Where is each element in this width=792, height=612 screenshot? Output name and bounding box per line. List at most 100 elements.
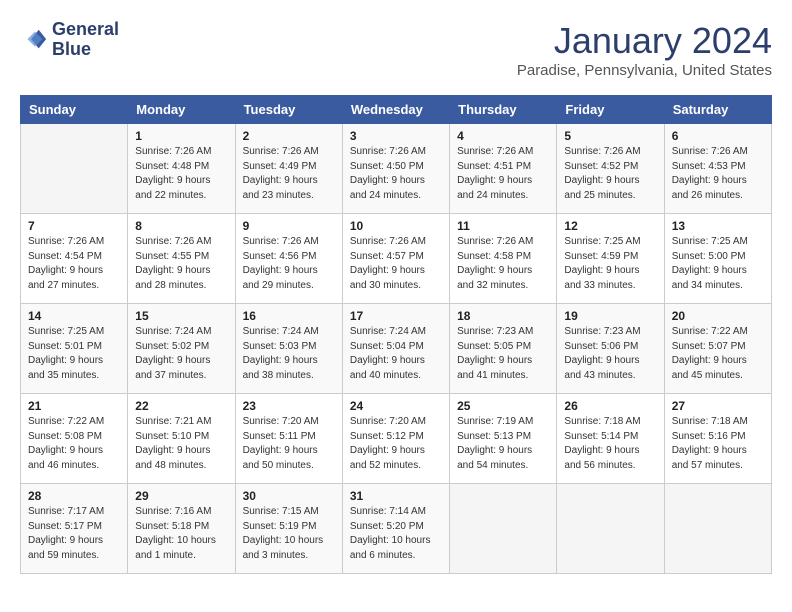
calendar-cell: 8 Sunrise: 7:26 AMSunset: 4:55 PMDaylight… xyxy=(128,214,235,304)
cell-info: Sunrise: 7:25 AMSunset: 5:00 PMDaylight:… xyxy=(672,235,764,293)
day-number: 29 xyxy=(135,489,227,503)
calendar-cell: 16 Sunrise: 7:24 AMSunset: 5:03 PMDayligh… xyxy=(235,304,342,394)
day-number: 13 xyxy=(672,219,764,233)
calendar-cell: 2 Sunrise: 7:26 AMSunset: 4:49 PMDaylight… xyxy=(235,124,342,214)
calendar-cell: 1Sunrise: 7:26 AMSunset: 4:48 PMDaylight… xyxy=(128,124,235,214)
weekday-header-tuesday: Tuesday xyxy=(235,96,342,124)
cell-info: Sunrise: 7:19 AMSunset: 5:13 PMDaylight:… xyxy=(457,415,549,473)
weekday-header-saturday: Saturday xyxy=(664,96,771,124)
cell-info: Sunrise: 7:15 AMSunset: 5:19 PMDaylight:… xyxy=(243,505,335,563)
day-number: 22 xyxy=(135,399,227,413)
calendar-cell: 6 Sunrise: 7:26 AMSunset: 4:53 PMDaylight… xyxy=(664,124,771,214)
cell-info: Sunrise: 7:24 AMSunset: 5:02 PMDaylight:… xyxy=(135,325,227,383)
calendar-week-5: 28Sunrise: 7:17 AMSunset: 5:17 PMDayligh… xyxy=(21,484,772,574)
day-number: 6 xyxy=(672,129,764,143)
cell-info: Sunrise: 7:20 AMSunset: 5:11 PMDaylight:… xyxy=(243,415,335,473)
weekday-header-wednesday: Wednesday xyxy=(342,96,449,124)
calendar-cell: 27 Sunrise: 7:18 AMSunset: 5:16 PMDayligh… xyxy=(664,394,771,484)
calendar-cell: 12 Sunrise: 7:25 AMSunset: 4:59 PMDayligh… xyxy=(557,214,664,304)
calendar-cell: 30 Sunrise: 7:15 AMSunset: 5:19 PMDayligh… xyxy=(235,484,342,574)
logo-text: General Blue xyxy=(52,20,119,60)
calendar-cell: 26Sunrise: 7:18 AMSunset: 5:14 PMDayligh… xyxy=(557,394,664,484)
cell-info: Sunrise: 7:26 AMSunset: 4:55 PMDaylight:… xyxy=(135,235,227,293)
calendar-cell xyxy=(557,484,664,574)
day-number: 16 xyxy=(243,309,335,323)
cell-info: Sunrise: 7:24 AMSunset: 5:04 PMDaylight:… xyxy=(350,325,442,383)
calendar-week-1: 1Sunrise: 7:26 AMSunset: 4:48 PMDaylight… xyxy=(21,124,772,214)
calendar-cell: 17 Sunrise: 7:24 AMSunset: 5:04 PMDayligh… xyxy=(342,304,449,394)
cell-info: Sunrise: 7:24 AMSunset: 5:03 PMDaylight:… xyxy=(243,325,335,383)
day-number: 11 xyxy=(457,219,549,233)
calendar-week-4: 21 Sunrise: 7:22 AMSunset: 5:08 PMDayligh… xyxy=(21,394,772,484)
calendar-cell: 14Sunrise: 7:25 AMSunset: 5:01 PMDayligh… xyxy=(21,304,128,394)
cell-info: Sunrise: 7:26 AMSunset: 4:51 PMDaylight:… xyxy=(457,145,549,203)
cell-info: Sunrise: 7:26 AMSunset: 4:49 PMDaylight:… xyxy=(243,145,335,203)
cell-info: Sunrise: 7:25 AMSunset: 4:59 PMDaylight:… xyxy=(564,235,656,293)
day-number: 14 xyxy=(28,309,120,323)
day-number: 23 xyxy=(243,399,335,413)
location-text: Paradise, Pennsylvania, United States xyxy=(517,62,772,79)
cell-info: Sunrise: 7:20 AMSunset: 5:12 PMDaylight:… xyxy=(350,415,442,473)
page-header: General Blue January 2024 Paradise, Penn… xyxy=(20,20,772,79)
cell-info: Sunrise: 7:22 AMSunset: 5:08 PMDaylight:… xyxy=(28,415,120,473)
title-block: January 2024 Paradise, Pennsylvania, Uni… xyxy=(517,20,772,79)
calendar-cell: 3 Sunrise: 7:26 AMSunset: 4:50 PMDaylight… xyxy=(342,124,449,214)
cell-info: Sunrise: 7:26 AMSunset: 4:50 PMDaylight:… xyxy=(350,145,442,203)
weekday-header-thursday: Thursday xyxy=(450,96,557,124)
cell-info: Sunrise: 7:26 AMSunset: 4:53 PMDaylight:… xyxy=(672,145,764,203)
cell-info: Sunrise: 7:23 AMSunset: 5:05 PMDaylight:… xyxy=(457,325,549,383)
day-number: 12 xyxy=(564,219,656,233)
day-number: 20 xyxy=(672,309,764,323)
logo: General Blue xyxy=(20,20,119,60)
day-number: 4 xyxy=(457,129,549,143)
day-number: 17 xyxy=(350,309,442,323)
calendar-cell: 22 Sunrise: 7:21 AMSunset: 5:10 PMDayligh… xyxy=(128,394,235,484)
cell-info: Sunrise: 7:26 AMSunset: 4:56 PMDaylight:… xyxy=(243,235,335,293)
weekday-header-sunday: Sunday xyxy=(21,96,128,124)
day-number: 2 xyxy=(243,129,335,143)
calendar-cell xyxy=(664,484,771,574)
cell-info: Sunrise: 7:21 AMSunset: 5:10 PMDaylight:… xyxy=(135,415,227,473)
calendar-cell: 15 Sunrise: 7:24 AMSunset: 5:02 PMDayligh… xyxy=(128,304,235,394)
calendar-cell: 29Sunrise: 7:16 AMSunset: 5:18 PMDayligh… xyxy=(128,484,235,574)
day-number: 15 xyxy=(135,309,227,323)
calendar-cell: 28Sunrise: 7:17 AMSunset: 5:17 PMDayligh… xyxy=(21,484,128,574)
day-number: 21 xyxy=(28,399,120,413)
calendar-cell: 31 Sunrise: 7:14 AMSunset: 5:20 PMDayligh… xyxy=(342,484,449,574)
calendar-cell: 5Sunrise: 7:26 AMSunset: 4:52 PMDaylight… xyxy=(557,124,664,214)
calendar-cell: 4 Sunrise: 7:26 AMSunset: 4:51 PMDaylight… xyxy=(450,124,557,214)
calendar-cell: 25 Sunrise: 7:19 AMSunset: 5:13 PMDayligh… xyxy=(450,394,557,484)
calendar-cell xyxy=(21,124,128,214)
day-number: 24 xyxy=(350,399,442,413)
logo-icon xyxy=(20,26,48,54)
cell-info: Sunrise: 7:26 AMSunset: 4:58 PMDaylight:… xyxy=(457,235,549,293)
day-number: 28 xyxy=(28,489,120,503)
cell-info: Sunrise: 7:26 AMSunset: 4:57 PMDaylight:… xyxy=(350,235,442,293)
calendar-cell: 11 Sunrise: 7:26 AMSunset: 4:58 PMDayligh… xyxy=(450,214,557,304)
day-number: 31 xyxy=(350,489,442,503)
calendar-cell: 24 Sunrise: 7:20 AMSunset: 5:12 PMDayligh… xyxy=(342,394,449,484)
day-number: 27 xyxy=(672,399,764,413)
cell-info: Sunrise: 7:14 AMSunset: 5:20 PMDaylight:… xyxy=(350,505,442,563)
day-number: 8 xyxy=(135,219,227,233)
day-number: 7 xyxy=(28,219,120,233)
calendar-cell: 18 Sunrise: 7:23 AMSunset: 5:05 PMDayligh… xyxy=(450,304,557,394)
calendar-cell: 13 Sunrise: 7:25 AMSunset: 5:00 PMDayligh… xyxy=(664,214,771,304)
cell-info: Sunrise: 7:18 AMSunset: 5:16 PMDaylight:… xyxy=(672,415,764,473)
day-number: 9 xyxy=(243,219,335,233)
cell-info: Sunrise: 7:26 AMSunset: 4:52 PMDaylight:… xyxy=(564,145,656,203)
calendar-cell: 23 Sunrise: 7:20 AMSunset: 5:11 PMDayligh… xyxy=(235,394,342,484)
calendar-cell: 21 Sunrise: 7:22 AMSunset: 5:08 PMDayligh… xyxy=(21,394,128,484)
calendar-cell: 19Sunrise: 7:23 AMSunset: 5:06 PMDayligh… xyxy=(557,304,664,394)
day-number: 25 xyxy=(457,399,549,413)
calendar-cell: 9 Sunrise: 7:26 AMSunset: 4:56 PMDaylight… xyxy=(235,214,342,304)
day-number: 26 xyxy=(564,399,656,413)
calendar-body: 1Sunrise: 7:26 AMSunset: 4:48 PMDaylight… xyxy=(21,124,772,574)
calendar-cell: 7Sunrise: 7:26 AMSunset: 4:54 PMDaylight… xyxy=(21,214,128,304)
day-number: 3 xyxy=(350,129,442,143)
cell-info: Sunrise: 7:22 AMSunset: 5:07 PMDaylight:… xyxy=(672,325,764,383)
day-number: 30 xyxy=(243,489,335,503)
day-number: 19 xyxy=(564,309,656,323)
day-number: 18 xyxy=(457,309,549,323)
calendar-table: SundayMondayTuesdayWednesdayThursdayFrid… xyxy=(20,95,772,574)
